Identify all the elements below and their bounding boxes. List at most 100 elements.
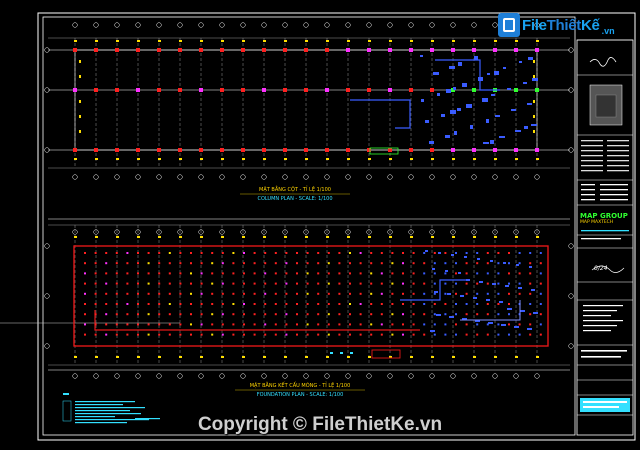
column-mark — [136, 88, 140, 92]
beam-cluster — [494, 71, 499, 75]
beam-cluster — [425, 120, 429, 123]
pile-mark — [455, 313, 457, 316]
pile-mark — [296, 262, 298, 265]
footing-tag — [368, 236, 371, 238]
title-block-text — [581, 170, 603, 172]
column-mark — [325, 88, 329, 92]
column-mark — [283, 88, 287, 92]
beam-cluster — [532, 78, 538, 81]
pile-mark — [264, 282, 267, 285]
column-mark — [451, 148, 455, 152]
pit-mark — [371, 349, 401, 359]
footing-tag — [410, 356, 413, 358]
beam-tag — [368, 40, 371, 42]
pile-mark — [190, 252, 192, 254]
pile-mark — [200, 303, 203, 305]
footing-tag — [473, 356, 476, 358]
title-block-text — [583, 310, 617, 312]
column-mark — [220, 148, 224, 152]
pile-mark — [147, 292, 150, 295]
pile-mark — [465, 333, 468, 336]
grid-bubble — [282, 22, 288, 28]
foundation-plan[interactable] — [44, 218, 574, 391]
pile-mark — [370, 323, 373, 326]
pile-mark — [327, 252, 330, 254]
pile-mark — [94, 272, 97, 275]
pile-mark — [412, 272, 415, 275]
grid-bubble — [93, 22, 99, 28]
pile-mark — [370, 272, 373, 275]
footing-tag — [452, 356, 455, 358]
pile-mark — [232, 292, 235, 295]
column-mark — [388, 148, 392, 152]
footing-tag — [242, 236, 245, 238]
beam-tag — [95, 40, 98, 42]
beam-tag — [74, 158, 77, 160]
pile-mark — [455, 303, 457, 305]
grid-bubble — [345, 22, 351, 28]
column-plan[interactable] — [44, 22, 574, 195]
column-mark — [136, 148, 140, 152]
footing-tag — [200, 356, 203, 358]
column-mark — [157, 88, 161, 92]
grid-bubble — [303, 22, 309, 28]
edge-dot — [533, 60, 535, 63]
beam-cluster — [499, 136, 505, 138]
footing-tag — [494, 236, 497, 238]
beam-cluster — [433, 72, 439, 75]
pile-mark — [465, 262, 468, 265]
grid-bubble — [240, 22, 246, 28]
pile-mark — [497, 292, 500, 295]
grid-bubble — [219, 174, 225, 180]
pile-mark — [497, 262, 500, 265]
grid-bubble — [408, 22, 414, 28]
pile-mark — [476, 252, 479, 254]
beam-cluster — [449, 66, 455, 69]
pile-mark — [105, 333, 108, 336]
pile-mark — [402, 252, 404, 254]
column-mark — [73, 148, 77, 152]
pile-mark — [168, 262, 171, 265]
column-mark — [199, 148, 203, 152]
edge-dot — [533, 130, 535, 133]
pile-mark — [147, 303, 150, 305]
pile-mark — [338, 313, 341, 316]
footing-tag — [431, 236, 434, 238]
title-block-text — [581, 160, 603, 162]
pile-mark — [190, 292, 192, 295]
beam-tag — [242, 40, 245, 42]
pile-mark — [327, 292, 330, 295]
foundation-blue-cluster — [477, 258, 480, 260]
pile-mark — [465, 252, 468, 254]
pile-mark — [306, 303, 309, 305]
pile-mark — [402, 313, 404, 316]
pile-mark — [539, 282, 542, 285]
column-mark — [346, 88, 350, 92]
beam-cluster — [531, 124, 537, 126]
drawing-number-text — [583, 406, 619, 408]
grid-bubble — [408, 373, 414, 379]
pile-mark — [126, 313, 129, 316]
title-block-text — [607, 140, 629, 142]
pile-mark — [126, 282, 129, 285]
column-mark — [514, 88, 518, 92]
pile-mark — [105, 262, 108, 265]
footing-tag — [179, 356, 182, 358]
beam-tag — [410, 40, 413, 42]
foundation-blue-cluster — [507, 308, 512, 310]
pile-mark — [317, 333, 320, 336]
grid-bubble — [450, 22, 456, 28]
pile-mark — [232, 303, 235, 305]
column-mark — [367, 48, 371, 52]
pile-mark — [529, 252, 532, 254]
column-mark — [157, 48, 161, 52]
pile-mark — [444, 292, 447, 295]
column-plan-title: MẶT BẰNG CỘT - TỈ LỆ 1/100 — [259, 187, 331, 193]
footing-tag — [137, 356, 140, 358]
column-mark — [430, 48, 434, 52]
edge-dot — [79, 60, 81, 63]
pile-mark — [179, 313, 182, 316]
footing-tag — [431, 356, 434, 358]
title-block-text — [581, 356, 621, 358]
title-block-text — [583, 325, 617, 327]
